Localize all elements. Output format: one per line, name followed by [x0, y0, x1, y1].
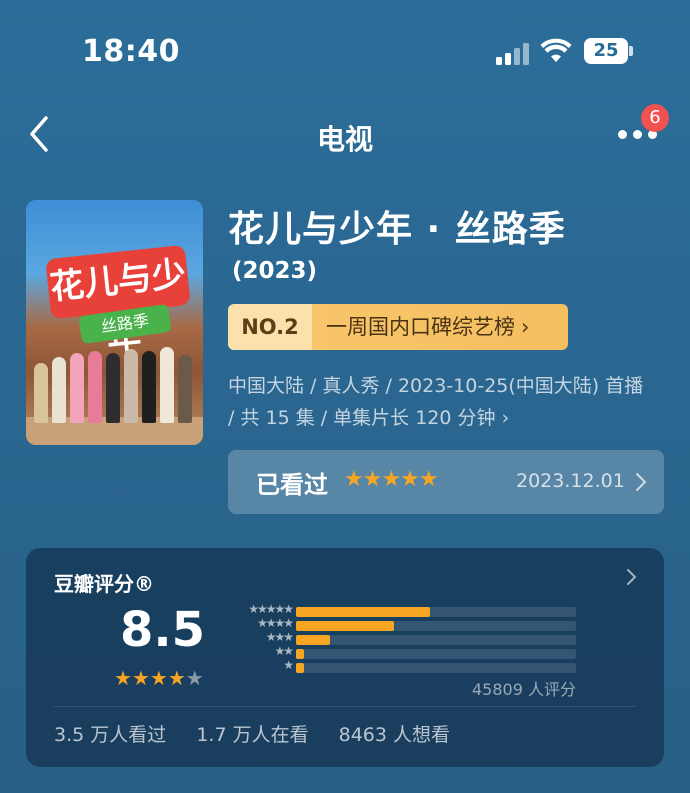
distribution-fill — [296, 607, 431, 617]
vote-count: 45809 人评分 — [472, 680, 576, 699]
distribution-stars-icon: ★ — [283, 658, 294, 672]
distribution-track — [296, 607, 576, 617]
rating-distribution: ★★★★★ ★★★★ ★★★ ★★ ★ — [222, 602, 582, 676]
watched-date: 2023.12.01 — [516, 470, 625, 492]
distribution-stars-icon: ★★★★★ — [248, 602, 294, 616]
rank-list-label: 一周国内口碑综艺榜 — [326, 315, 515, 339]
douban-rating-card[interactable]: 豆瓣评分® 8.5 ★★★★★ ★★★★★ ★★★★ ★★★ ★★ ★ 45809 人评… — [26, 548, 664, 767]
my-rating-stars: ★★★★★ — [344, 467, 439, 492]
distribution-stars-icon: ★★★ — [265, 630, 294, 644]
rank-list: 一周国内口碑综艺榜 › — [312, 304, 568, 350]
rating-score: 8.5 — [120, 602, 206, 658]
notification-badge: 6 — [641, 104, 669, 132]
distribution-track — [296, 635, 576, 645]
meta-text: 中国大陆 / 真人秀 / 2023-10-25(中国大陆) 首播 / 共 15 … — [228, 375, 644, 429]
chevron-right-icon[interactable] — [626, 568, 638, 586]
poster-title-art: 花儿与少年 — [45, 244, 191, 360]
show-year: (2023) — [232, 258, 318, 284]
star-filled-icon: ★ — [131, 666, 150, 690]
divider — [54, 706, 636, 707]
distribution-stars-icon: ★★★★ — [256, 616, 294, 630]
want-count: 8463 人想看 — [338, 724, 451, 746]
watched-count: 3.5 万人看过 — [54, 724, 167, 746]
distribution-row-1-star: ★ — [222, 658, 582, 674]
star-filled-icon: ★ — [149, 666, 168, 690]
audience-stats: 3.5 万人看过 1.7 万人在看 8463 人想看 — [54, 720, 474, 747]
clock: 18:40 — [82, 34, 180, 69]
cellular-signal-icon — [496, 43, 530, 65]
status-bar: 18:40 25 — [0, 0, 690, 100]
distribution-track — [296, 621, 576, 631]
chevron-right-icon: › — [495, 407, 510, 429]
distribution-track — [296, 663, 576, 673]
distribution-track — [296, 649, 576, 659]
distribution-fill — [296, 621, 394, 631]
battery-level: 25 — [593, 40, 619, 61]
battery-icon: 25 — [584, 38, 628, 64]
page-title: 电视 — [316, 123, 373, 156]
distribution-stars-icon: ★★ — [274, 644, 293, 658]
star-filled-icon: ★ — [167, 666, 186, 690]
ranking-badge[interactable]: NO.2 一周国内口碑综艺榜 › — [228, 304, 568, 350]
star-empty-icon: ★ — [185, 666, 204, 690]
chevron-right-icon — [636, 473, 647, 491]
battery-tip — [629, 46, 633, 56]
chevron-right-icon: › — [521, 315, 530, 339]
rank-number: NO.2 — [228, 304, 312, 350]
show-meta-info[interactable]: 中国大陆 / 真人秀 / 2023-10-25(中国大陆) 首播 / 共 15 … — [228, 370, 648, 434]
watching-count: 1.7 万人在看 — [196, 724, 309, 746]
distribution-fill — [296, 649, 305, 659]
rating-stars: ★★★★★ — [114, 666, 204, 690]
distribution-row-2-star: ★★ — [222, 644, 582, 660]
distribution-fill — [296, 663, 305, 673]
wifi-icon — [540, 38, 572, 62]
nav-bar: 电视 — [0, 100, 690, 170]
star-filled-icon: ★ — [114, 666, 132, 690]
poster-cast-figures — [26, 333, 203, 423]
watched-status-bar[interactable]: 已看过 ★★★★★ 2023.12.01 — [228, 450, 664, 514]
rating-title: 豆瓣评分® — [54, 572, 154, 596]
watched-label: 已看过 — [256, 471, 328, 499]
show-title: 花儿与少年 · 丝路季 — [228, 209, 566, 250]
poster-image[interactable]: 花儿与少年 丝路季 — [26, 200, 203, 445]
distribution-fill — [296, 635, 330, 645]
